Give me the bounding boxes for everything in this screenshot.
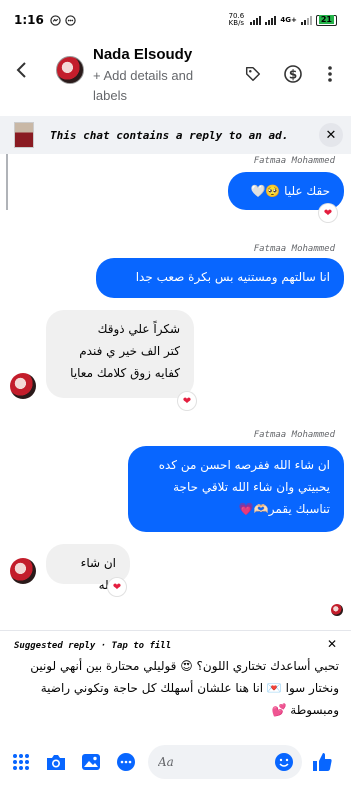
gallery-icon[interactable]	[78, 749, 104, 775]
like-icon[interactable]	[310, 750, 334, 774]
message-bubble-incoming[interactable]: شكراً علي ذوقك كتر الف خير ي فندم كفايه …	[46, 310, 194, 398]
message-line: شكراً علي ذوقك	[97, 322, 180, 336]
signal-2-icon	[265, 15, 277, 25]
camera-icon[interactable]	[43, 749, 69, 775]
svg-text:$: $	[289, 68, 297, 82]
suggested-reply-text[interactable]: تحبي أساعدك تختاري اللون؟ 😍 قوليلي محتار…	[12, 655, 339, 721]
heart-reaction-icon[interactable]: ❤	[178, 392, 196, 410]
avatar[interactable]	[10, 558, 36, 584]
message-bubble-outgoing[interactable]: ان شاء الله ففرصه احسن من كده يحبيتي وان…	[128, 446, 344, 532]
message-input-wrapper[interactable]	[148, 745, 302, 779]
network-type: 4G+	[280, 16, 297, 24]
close-icon[interactable]: ✕	[319, 123, 343, 147]
system-nav-bar	[0, 784, 351, 800]
message-line: كفايه زوق كلامك معايا	[70, 366, 180, 380]
ad-thumbnail[interactable]	[14, 122, 34, 148]
emoji-icon[interactable]	[274, 752, 294, 772]
heart-reaction-icon[interactable]: ❤	[108, 578, 126, 596]
suggested-reply-title: Suggested reply · Tap to fill	[14, 641, 172, 651]
menu-grid-icon[interactable]	[8, 749, 34, 775]
chat-header: Nada Elsoudy + Add details and labels $	[0, 40, 351, 108]
tag-icon[interactable]	[243, 64, 263, 84]
message-line: ان شاء الله ففرصه احسن من كده	[158, 458, 330, 472]
seen-avatar	[331, 604, 343, 616]
messenger-status-icon	[50, 14, 61, 26]
message-list[interactable]: Fatmaa Mohammed حقك عليا 🥺🤍 ❤ Fatmaa Moh…	[0, 154, 351, 624]
status-system-icons: 70.6 KB/s 4G+ 21	[226, 13, 337, 27]
sender-name: Fatmaa Mohammed	[253, 430, 335, 440]
add-details-link[interactable]: + Add details and labels	[93, 66, 218, 106]
dots-status-icon	[65, 14, 76, 26]
avatar[interactable]	[10, 373, 36, 399]
close-icon[interactable]: ✕	[327, 637, 337, 651]
heart-reaction-icon[interactable]: ❤	[319, 204, 337, 222]
suggested-reply-panel[interactable]: Suggested reply · Tap to fill ✕ تحبي أسا…	[0, 630, 351, 730]
status-notification-icons	[50, 14, 76, 26]
message-composer	[0, 740, 351, 784]
battery-level: 21	[318, 14, 334, 24]
signal-icon	[250, 15, 262, 25]
network-speed: 70.6 KB/s	[228, 12, 245, 27]
money-icon[interactable]: $	[283, 64, 303, 84]
message-line: تناسبك يقمر🫶🏻💗	[238, 502, 330, 516]
sender-name: Fatmaa Mohammed	[253, 156, 335, 166]
battery-icon: 21	[315, 14, 337, 26]
ad-banner-text: This chat contains a reply to an ad.	[50, 128, 289, 142]
more-options-icon[interactable]	[320, 64, 340, 84]
message-bubble-outgoing[interactable]: انا سالتهم ومستنيه بس بكرة صعب جدا	[96, 258, 344, 298]
signal-3-icon	[300, 15, 312, 25]
ad-reply-banner: This chat contains a reply to an ad. ✕	[0, 116, 351, 154]
back-icon[interactable]	[14, 60, 28, 85]
status-bar: 1:16 70.6 KB/s 4G+ 21	[0, 0, 351, 40]
message-line: يحبيتي وان شاء الله تلاقي حاجة	[173, 480, 330, 494]
scrollbar[interactable]	[6, 154, 8, 210]
sender-name: Fatmaa Mohammed	[253, 244, 335, 254]
avatar[interactable]	[56, 56, 84, 84]
message-input[interactable]	[158, 755, 278, 769]
microphone-icon[interactable]	[113, 749, 139, 775]
message-line: كتر الف خير ي فندم	[79, 344, 180, 358]
status-time: 1:16	[14, 13, 44, 27]
contact-name[interactable]: Nada Elsoudy	[93, 46, 192, 63]
